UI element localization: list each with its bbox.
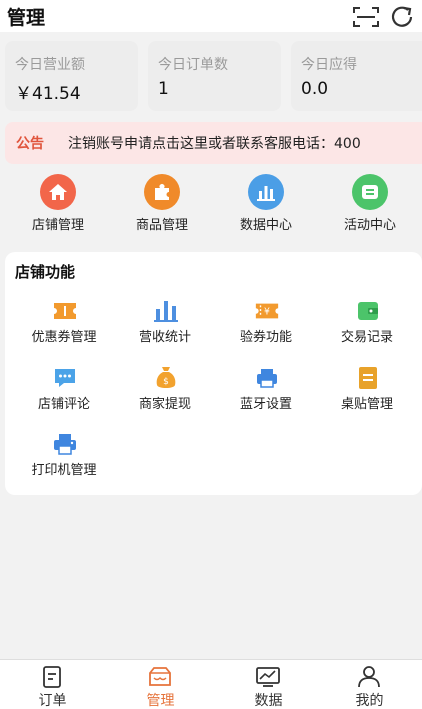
svg-text:$: $: [163, 377, 169, 387]
func-label: 打印机管理: [31, 463, 97, 478]
notice-text[interactable]: 注销账号申请点击这里或者联系客服电话：400: [68, 133, 361, 153]
stats-row: 今日营业额 ￥41.54 今日订单数 1 今日应得 0.0: [5, 41, 422, 111]
tab-data[interactable]: 数据: [216, 660, 321, 709]
func-label: 优惠券管理: [31, 330, 97, 345]
stat-label: 今日应得: [301, 57, 357, 73]
notice-tag: 公告: [16, 136, 44, 152]
top-bar: 管理: [0, 0, 422, 32]
coupon-icon: [52, 298, 78, 324]
scan-icon[interactable]: [352, 6, 380, 28]
home-icon: [40, 174, 76, 210]
func-label: 验券功能: [239, 330, 292, 345]
func-coupon-management[interactable]: 优惠券管理: [14, 298, 114, 358]
quick-item-products[interactable]: 商品管理: [122, 172, 202, 238]
tab-manage[interactable]: 管理: [108, 660, 213, 709]
tab-label: 我的: [355, 693, 384, 709]
func-revenue-stats[interactable]: 营收统计: [115, 298, 215, 358]
printer-icon: [52, 431, 78, 457]
wallet-icon: [355, 298, 381, 324]
stat-label: 今日营业额: [15, 57, 85, 73]
money-bag-icon: $: [153, 365, 179, 391]
func-label: 交易记录: [340, 330, 393, 345]
section-title: 店铺功能: [15, 263, 76, 281]
stat-value: 1: [158, 79, 169, 99]
tab-label: 数据: [254, 693, 283, 709]
tab-label: 管理: [146, 693, 175, 709]
bluetooth-printer-icon: [254, 365, 280, 391]
chat-icon: [52, 365, 78, 391]
quick-item-label: 商品管理: [135, 218, 188, 233]
quick-item-label: 数据中心: [239, 218, 292, 233]
tab-label: 订单: [38, 693, 67, 709]
stat-label: 今日订单数: [158, 57, 228, 73]
quick-item-store[interactable]: 店铺管理: [18, 172, 98, 238]
func-label: 店铺评论: [37, 397, 90, 412]
stat-value: ￥41.54: [15, 84, 81, 104]
stat-card-orders[interactable]: 今日订单数 1: [148, 41, 281, 111]
ticket-icon: ¥: [254, 298, 280, 324]
stat-card-earnings[interactable]: 今日应得 0.0: [291, 41, 422, 111]
sticker-icon: [355, 365, 381, 391]
func-coupon-verification[interactable]: ¥ 验券功能: [216, 298, 316, 358]
func-transaction-records[interactable]: 交易记录: [317, 298, 417, 358]
bottom-tab-bar: 订单 管理 数据 我的: [0, 659, 422, 709]
quick-item-activity[interactable]: 活动中心: [330, 172, 410, 238]
svg-text:¥: ¥: [264, 307, 270, 318]
func-bluetooth-settings[interactable]: 蓝牙设置: [216, 365, 316, 425]
bar-chart-icon: [248, 174, 284, 210]
quick-item-label: 店铺管理: [31, 218, 84, 233]
tab-profile[interactable]: 我的: [317, 660, 422, 709]
page-title: 管理: [7, 7, 46, 29]
stat-value: 0.0: [301, 79, 329, 99]
manage-icon: [149, 667, 171, 686]
store-functions-card: 店铺功能 优惠券管理 营收统计 ¥ 验券功能 交易记录 店铺评论 $ 商家提现 …: [5, 252, 422, 495]
toggle-icon: [352, 174, 388, 210]
func-label: 营收统计: [138, 330, 191, 345]
profile-icon: [358, 666, 380, 688]
data-icon: [256, 667, 280, 687]
func-printer-management[interactable]: 打印机管理: [14, 431, 114, 491]
func-store-reviews[interactable]: 店铺评论: [14, 365, 114, 425]
stat-card-revenue[interactable]: 今日营业额 ￥41.54: [5, 41, 138, 111]
quick-entries: 店铺管理 商品管理 数据中心 活动中心: [0, 172, 422, 238]
func-label: 商家提现: [138, 397, 191, 412]
func-merchant-withdraw[interactable]: $ 商家提现: [115, 365, 215, 425]
func-table-sticker-management[interactable]: 桌贴管理: [317, 365, 417, 425]
notice-bar[interactable]: 公告 注销账号申请点击这里或者联系客服电话：400: [5, 122, 422, 164]
bar-chart-icon: [153, 298, 179, 324]
func-label: 桌贴管理: [340, 397, 393, 412]
func-label: 蓝牙设置: [239, 397, 292, 412]
quick-item-label: 活动中心: [343, 218, 396, 233]
tab-orders[interactable]: 订单: [0, 660, 105, 709]
quick-item-data[interactable]: 数据中心: [226, 172, 306, 238]
order-icon: [43, 666, 61, 688]
puzzle-icon: [144, 174, 180, 210]
refresh-icon[interactable]: [390, 5, 416, 29]
